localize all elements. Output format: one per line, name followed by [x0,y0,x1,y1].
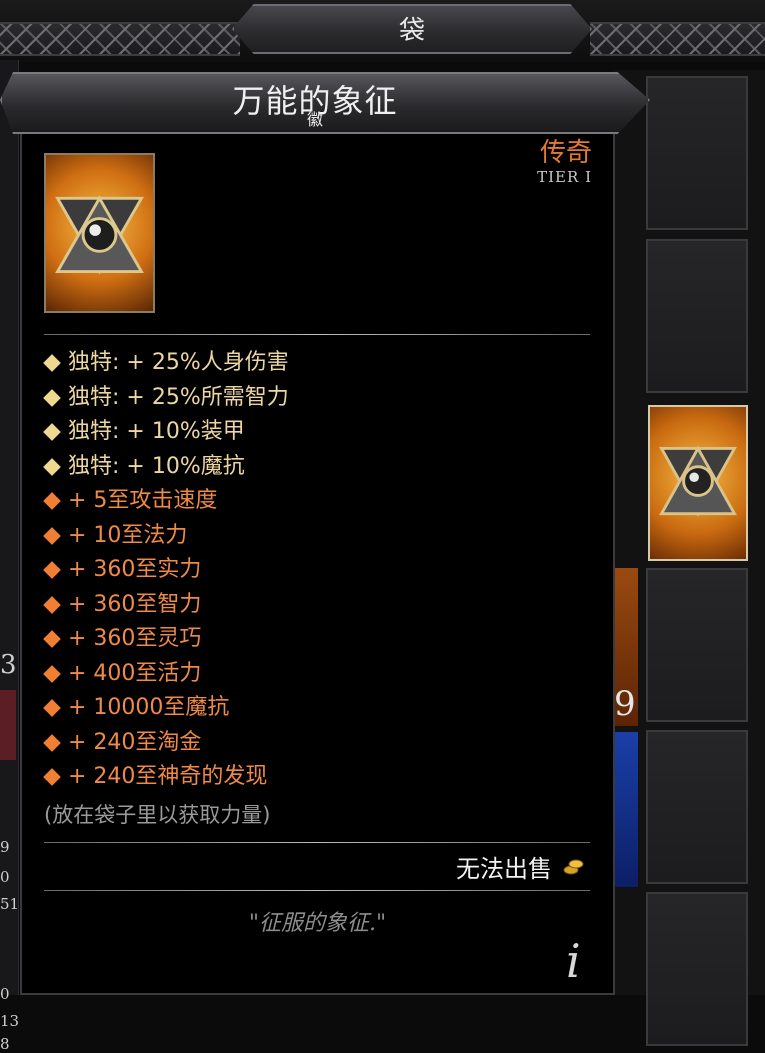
property: + 5至攻击速度 [43,484,604,519]
property-text: + 5至攻击速度 [68,488,218,513]
flavor-text: "征服的象征." [248,911,387,936]
inventory-item-emblem[interactable] [648,405,748,561]
chain-ornament-right [590,22,765,56]
property-list: 独特: + 25%人身伤害 独特: + 25%所需智力 独特: + 10%装甲 独特:… [43,346,604,795]
inventory-slot[interactable] [646,568,748,722]
item-rarity: 传奇 [539,138,592,168]
diamond-bullet-icon [43,595,61,614]
divider [44,842,590,843]
unique-property: 独特: + 10%魔抗 [43,450,604,485]
chain-ornament-left [0,22,240,56]
property-text: + 360至实力 [68,557,202,582]
emblem-icon [55,195,144,275]
inventory-slot[interactable] [646,892,748,1046]
left-edge-number: 0 [0,985,10,1003]
diamond-bullet-icon [43,354,61,373]
property: + 360至灵巧 [43,622,604,657]
inventory-stack-count: 9 [614,684,636,724]
unique-property: 独特: + 10%装甲 [43,415,604,450]
item-emblem-icon [44,153,155,313]
diamond-bullet-icon [43,526,61,545]
property: + 10000至魔抗 [43,691,604,726]
gold-coins-icon [563,859,584,875]
diamond-bullet-icon [43,492,61,511]
diamond-bullet-icon [43,699,61,718]
inventory-slot[interactable] [646,76,748,230]
info-icon[interactable]: i [566,934,581,988]
divider [44,334,590,335]
left-edge-number: 13 [0,1012,20,1030]
property-text: 独特: + 25%所需智力 [68,384,289,410]
left-edge-number: 8 [0,1035,10,1053]
item-tier: TIER I [537,168,592,186]
left-edge-number: 0 [0,868,10,886]
property: + 240至淘金 [43,726,604,761]
property-text: 独特: + 25%人身伤害 [68,350,289,375]
sell-status: 无法出售 [456,855,552,883]
diamond-bullet-icon [43,388,61,407]
property: + 360至智力 [43,588,604,623]
unique-property: 独特: + 25%所需智力 [43,381,604,416]
inventory-slot[interactable] [646,239,748,393]
property: + 400至活力 [43,657,604,692]
property-text: + 240至淘金 [68,729,202,755]
divider [44,890,590,891]
diamond-bullet-icon [43,423,61,442]
property-text: + 360至智力 [68,591,202,617]
emblem-icon [659,445,737,517]
item-hint: (放在袋子里以获取力量) [44,803,271,827]
diamond-bullet-icon [43,768,61,787]
property: + 10至法力 [43,519,604,554]
property: + 360至实力 [43,553,604,588]
unique-property: 独特: + 25%人身伤害 [43,346,604,381]
property: + 240至神奇的发现 [43,760,604,795]
diamond-bullet-icon [43,457,61,476]
diamond-bullet-icon [43,561,61,580]
left-edge-number: 3 [0,650,17,680]
property-text: + 400至活力 [68,660,202,686]
property-text: + 240至神奇的发现 [68,764,268,789]
inventory-item-partial[interactable] [612,732,638,887]
property-text: 独特: + 10%装甲 [68,419,245,444]
bag-title: 袋 [398,16,425,46]
property-text: + 360至灵巧 [68,626,202,651]
left-panel-edge: 3 9 0 51 0 13 8 [0,60,19,1053]
property-text: + 10至法力 [68,522,188,548]
property-text: 独特: + 10%魔抗 [68,453,245,479]
diamond-bullet-icon [43,630,61,649]
inventory-slot[interactable] [646,730,748,884]
left-edge-number: 9 [0,838,10,856]
item-subtitle: 徽 [306,110,323,129]
left-edge-slot [0,690,16,760]
diamond-bullet-icon [43,664,61,683]
diamond-bullet-icon [43,733,61,752]
property-text: + 10000至魔抗 [68,695,230,720]
